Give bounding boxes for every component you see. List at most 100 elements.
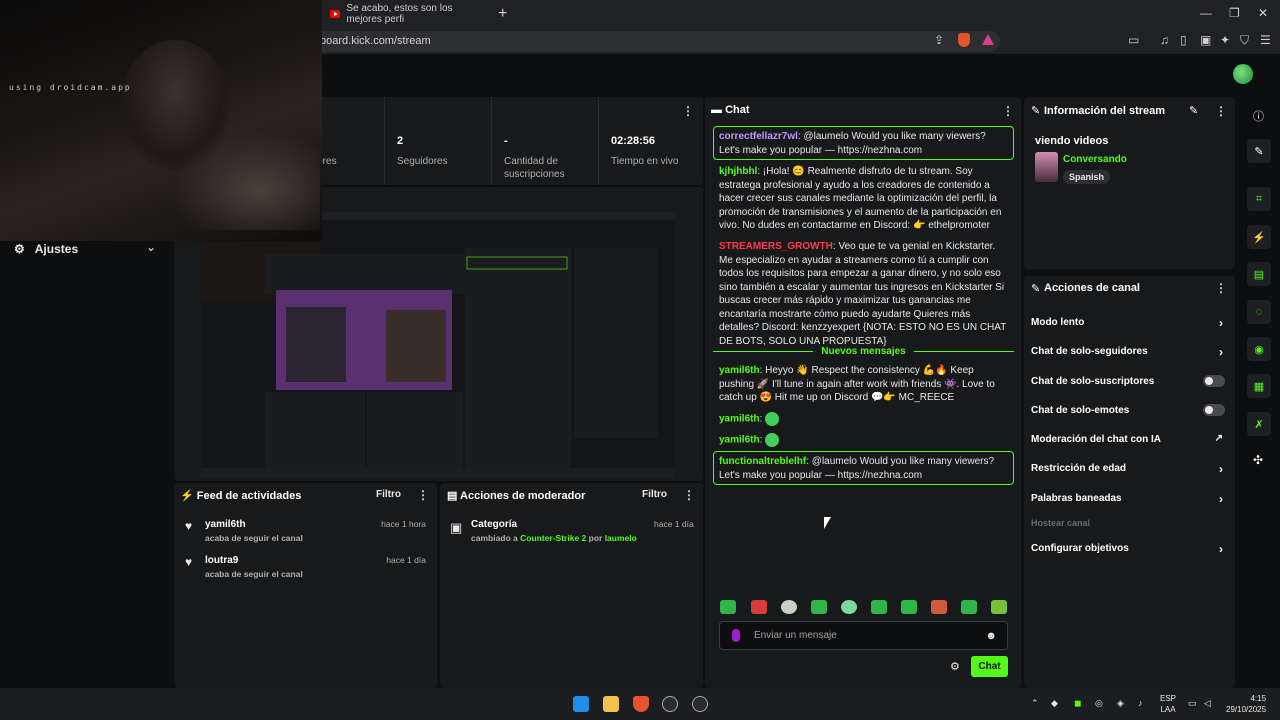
actions-menu-icon[interactable]: ⋮: [1215, 281, 1227, 295]
file-explorer-icon[interactable]: [603, 696, 619, 712]
obs-icon[interactable]: [662, 696, 678, 712]
chat-username[interactable]: STREAMERS_GROWTH: [719, 241, 833, 252]
chat-username[interactable]: functionaltreblelhf: [719, 456, 806, 467]
chat-message: yamil6th:: [719, 412, 1009, 426]
network-icon[interactable]: ▭: [1188, 698, 1197, 709]
sidebar-icon[interactable]: ▯: [1180, 33, 1187, 47]
chat-username[interactable]: yamil6th: [719, 414, 760, 425]
stream-preview-video[interactable]: [201, 212, 675, 478]
close-window-button[interactable]: ✕: [1258, 6, 1268, 20]
send-chat-button[interactable]: Chat: [971, 656, 1008, 677]
share-icon[interactable]: ⇪: [934, 33, 944, 47]
feed-filter-button[interactable]: Filtro: [376, 489, 401, 500]
emote-icon[interactable]: [991, 600, 1007, 614]
info-menu-icon[interactable]: ⋮: [1215, 104, 1227, 118]
chat-bubble-icon[interactable]: ◌: [1247, 300, 1271, 324]
clip-icon[interactable]: ⌗: [1247, 187, 1271, 211]
webcam-light: [170, 130, 320, 230]
emote-icon[interactable]: [781, 600, 797, 614]
new-messages-divider[interactable]: Nuevos mensajes: [713, 344, 1014, 358]
music-icon[interactable]: ♫: [1160, 33, 1169, 47]
brave-rewards-icon[interactable]: [982, 34, 994, 45]
action-age-restriction[interactable]: Restricción de edad ›: [1031, 462, 1227, 476]
chat-message: functionaltreblelhf: @laumelo Would you …: [719, 455, 1009, 482]
stat-value: 02:28:56: [611, 135, 656, 147]
mouse-cursor: [824, 517, 831, 529]
mod-detail-game[interactable]: Counter-Strike 2: [520, 533, 586, 543]
windows-start-icon[interactable]: [573, 696, 589, 712]
webcam-label: using droidcam.app: [9, 83, 132, 92]
action-configure-goals[interactable]: Configurar objetivos ›: [1031, 542, 1227, 556]
vpn-shield-icon[interactable]: ⛉: [1240, 33, 1249, 48]
chat-settings-icon[interactable]: ⚙: [950, 660, 960, 673]
app-icon[interactable]: [692, 696, 708, 712]
emoji-icon[interactable]: ☻: [985, 630, 997, 642]
sidebar-item-ajustes[interactable]: ⚙ Ajustes: [14, 242, 78, 256]
chat-title: ▬ Chat: [711, 104, 750, 116]
chat-input[interactable]: Enviar un mensaje ☻: [719, 621, 1008, 650]
nvidia-icon[interactable]: ◼: [1074, 698, 1081, 709]
discord-icon[interactable]: ◎: [1095, 698, 1103, 709]
emote-icon[interactable]: [961, 600, 977, 614]
emote-icon[interactable]: [871, 600, 887, 614]
action-followers-only[interactable]: Chat de solo-seguidores ›: [1031, 345, 1227, 359]
browser-tab[interactable]: Se acabo, estos son los mejores perfi: [330, 3, 490, 25]
chevron-down-icon[interactable]: ⌄: [146, 240, 156, 254]
maximize-button[interactable]: ❐: [1229, 6, 1240, 20]
feed-item-name[interactable]: yamil6th: [205, 519, 246, 530]
emote-icon[interactable]: [720, 600, 736, 614]
language-badge: Spanish: [1063, 170, 1111, 184]
chat-username[interactable]: correctfellazr7wl: [719, 131, 798, 142]
emote-icon[interactable]: [931, 600, 947, 614]
minimize-button[interactable]: —: [1200, 6, 1212, 20]
broadcast-icon[interactable]: ◉: [1247, 337, 1271, 361]
lightning-icon[interactable]: ⚡: [1247, 225, 1271, 249]
mod-filter-button[interactable]: Filtro: [642, 489, 667, 500]
chat-username[interactable]: yamil6th: [719, 365, 760, 376]
action-banned-words[interactable]: Palabras baneadas ›: [1031, 492, 1227, 506]
tray-app-icon[interactable]: ◆: [1051, 698, 1058, 709]
new-tab-button[interactable]: +: [498, 5, 507, 23]
microphone-icon[interactable]: [732, 629, 740, 642]
wallet-icon[interactable]: ▣: [1200, 33, 1211, 47]
url-text[interactable]: board.kick.com/stream: [320, 35, 431, 47]
feed-item-name[interactable]: loutra9: [205, 555, 238, 566]
category-thumbnail: [1035, 152, 1058, 182]
microphone-tray-icon[interactable]: ♪: [1138, 698, 1143, 708]
action-ai-moderation[interactable]: Moderación del chat con IA ↗: [1031, 433, 1227, 445]
storage-icon[interactable]: ▦: [1247, 374, 1271, 398]
chevron-up-icon[interactable]: ⌃: [1031, 698, 1039, 709]
feed-menu-icon[interactable]: ⋮: [417, 488, 429, 502]
brave-shields-icon[interactable]: [958, 33, 970, 47]
emote-icon[interactable]: [841, 600, 857, 614]
chat-menu-icon[interactable]: ⋮: [1002, 104, 1014, 118]
subscribers-only-toggle[interactable]: [1203, 375, 1225, 387]
edit-layout-icon[interactable]: ✎: [1247, 139, 1271, 163]
avatar[interactable]: [1233, 64, 1253, 84]
edit-icon[interactable]: ✎: [1189, 104, 1198, 117]
emote-icon[interactable]: [901, 600, 917, 614]
volume-icon[interactable]: ◁: [1204, 698, 1211, 709]
stats-menu-icon[interactable]: ⋮: [682, 104, 694, 118]
notes-icon[interactable]: ▤: [1247, 262, 1271, 286]
apps-icon[interactable]: ✣: [1253, 453, 1263, 467]
tools-icon[interactable]: ✗: [1247, 412, 1271, 436]
stream-category[interactable]: Conversando: [1063, 154, 1127, 165]
info-icon[interactable]: ⓘ: [1253, 108, 1264, 124]
chat-username[interactable]: yamil6th: [719, 435, 760, 446]
screenshot-icon[interactable]: ▭: [1128, 33, 1139, 47]
leo-ai-icon[interactable]: ✦: [1220, 33, 1230, 47]
emote-icon[interactable]: [751, 600, 767, 614]
taskbar-clock[interactable]: 4:15 29/10/2025: [1226, 693, 1266, 715]
chat-username[interactable]: kjhjhbhl: [719, 166, 757, 177]
menu-icon[interactable]: ☰: [1260, 33, 1271, 47]
language-indicator[interactable]: ESP LAA: [1160, 693, 1176, 715]
action-slow-mode[interactable]: Modo lento ›: [1031, 316, 1227, 330]
tray-app-icon[interactable]: ◈: [1117, 698, 1124, 709]
emote-icon[interactable]: [811, 600, 827, 614]
emotes-only-toggle[interactable]: [1203, 404, 1225, 416]
mod-menu-icon[interactable]: ⋮: [683, 488, 695, 502]
mod-detail-by[interactable]: laumelo: [605, 533, 637, 543]
gear-icon: ⚙: [14, 242, 25, 256]
brave-browser-icon[interactable]: [633, 696, 649, 712]
